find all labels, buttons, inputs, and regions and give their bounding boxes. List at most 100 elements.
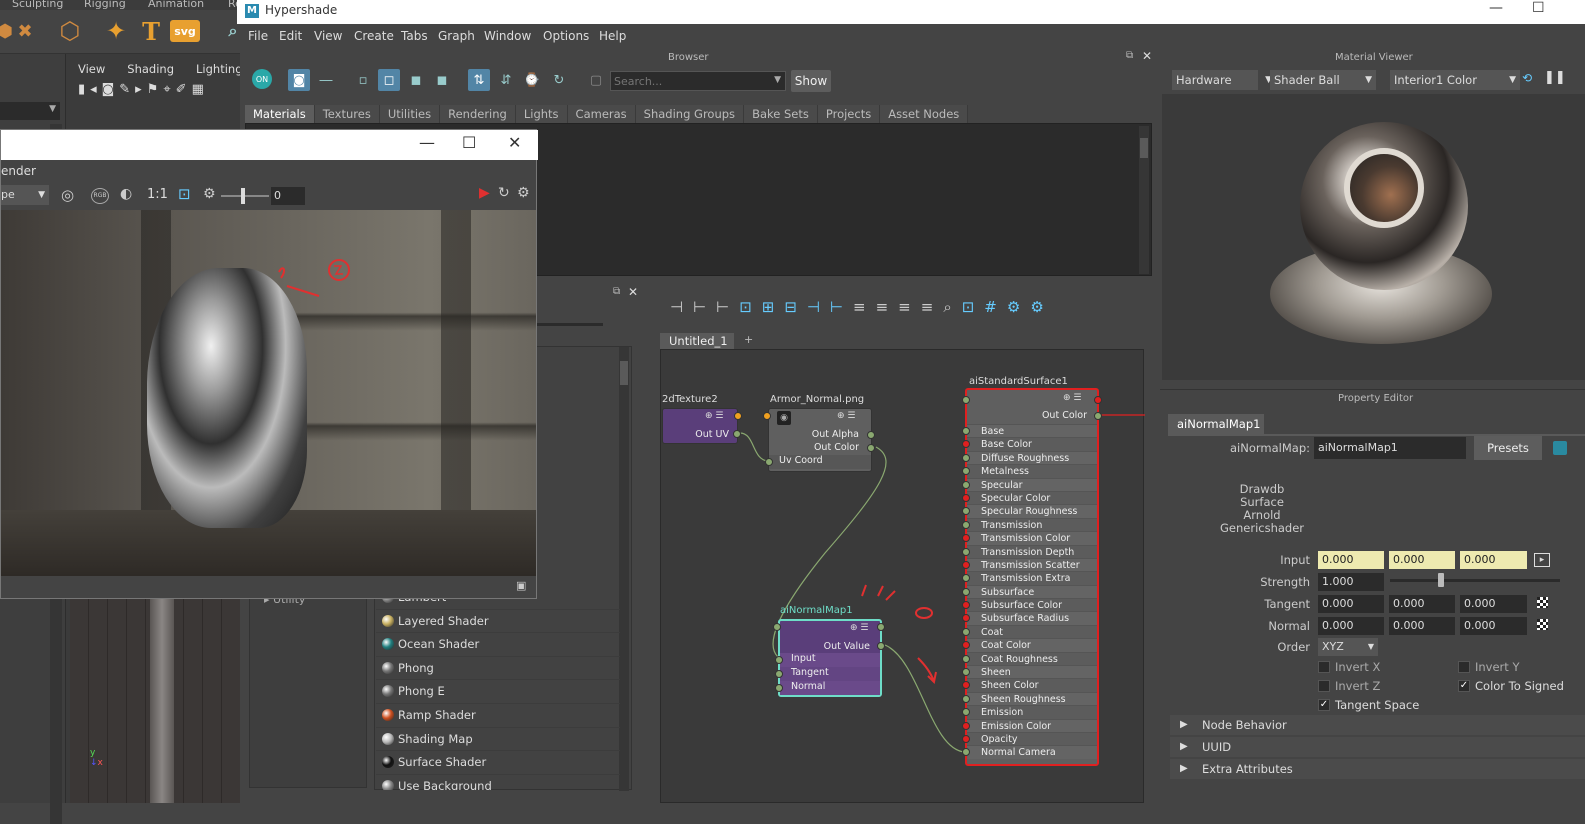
out-value-port[interactable] xyxy=(877,642,885,650)
normal-port[interactable] xyxy=(775,684,783,692)
extra-attributes-section[interactable]: ▶ Extra Attributes xyxy=(1170,759,1585,779)
node-place2dtexture[interactable]: ⊕ ☰ Out UV xyxy=(662,408,741,444)
strength-field[interactable]: 1.000 xyxy=(1318,573,1384,591)
surface-attribute-row[interactable]: Specular Color xyxy=(962,490,1097,505)
node-ainormalmap[interactable]: ⊕ ☰ Out Value Input Tangent Normal xyxy=(775,619,885,697)
env-dropdown[interactable]: Interior1 Color ▼ xyxy=(1390,70,1520,90)
surface-attribute-row[interactable]: Base Color xyxy=(962,437,1097,451)
frame-value-field[interactable]: 0 xyxy=(271,187,305,205)
uuid-section[interactable]: ▶ UUID xyxy=(1170,737,1585,757)
pause-icon[interactable]: ❚❚ xyxy=(1544,70,1566,85)
node-input-port[interactable] xyxy=(962,396,970,404)
attribute-port[interactable] xyxy=(962,681,970,690)
attribute-port[interactable] xyxy=(962,734,970,743)
camera-dropdown[interactable]: pe ▼ xyxy=(1,185,49,205)
attribute-port[interactable] xyxy=(962,748,970,757)
ratio-label[interactable]: 1:1 xyxy=(147,187,168,202)
surface-attribute-row[interactable]: Coat Color xyxy=(962,638,1097,652)
frame-slider[interactable] xyxy=(221,188,269,204)
invert-y-checkbox[interactable] xyxy=(1458,661,1470,673)
attribute-port[interactable] xyxy=(962,427,970,435)
node-icons[interactable]: ⊕ ☰ xyxy=(850,623,868,633)
attribute-port[interactable] xyxy=(962,480,970,489)
out-color-port[interactable] xyxy=(867,444,875,452)
attribute-port[interactable] xyxy=(962,708,970,717)
attribute-port[interactable] xyxy=(962,654,970,663)
input-port[interactable] xyxy=(775,656,783,664)
surface-attribute-row[interactable]: Sheen xyxy=(962,665,1097,679)
attribute-port[interactable] xyxy=(962,467,970,476)
surface-attribute-row[interactable]: Specular xyxy=(962,477,1097,491)
attribute-port[interactable] xyxy=(962,520,970,529)
color-to-signed-checkbox[interactable]: ✓ xyxy=(1458,680,1470,692)
surface-attribute-row[interactable]: Transmission Color xyxy=(962,531,1097,545)
attribute-port[interactable] xyxy=(962,627,970,636)
node-file[interactable]: ◉ ⊕ ☰ Out Alpha Out Color Uv Coord xyxy=(765,408,875,472)
normal-y-field[interactable]: 0.000 xyxy=(1389,617,1455,635)
input-x-field[interactable]: 0.000 xyxy=(1318,551,1384,569)
surface-attribute-row[interactable]: Coat Roughness xyxy=(962,651,1097,666)
attribute-port[interactable] xyxy=(962,560,970,569)
refresh-icon[interactable]: ↻ xyxy=(498,185,510,201)
connection-icon[interactable]: ▸ xyxy=(1534,553,1550,567)
normal-z-field[interactable]: 0.000 xyxy=(1460,617,1527,635)
frame-icon[interactable]: ⊡ xyxy=(178,185,191,203)
surface-attribute-row[interactable]: Emission xyxy=(962,705,1097,719)
surface-attribute-row[interactable]: Transmission Extra Roughness xyxy=(962,571,1097,598)
node-icons[interactable]: ⊕ ☰ xyxy=(705,411,723,421)
tab-ainormalmap1[interactable]: aiNormalMap1 xyxy=(1168,414,1264,434)
attribute-port[interactable] xyxy=(962,493,970,502)
map-button-icon[interactable] xyxy=(1537,619,1548,630)
attribute-port[interactable] xyxy=(962,601,970,610)
close-icon[interactable]: ✕ xyxy=(508,133,521,152)
surface-attribute-row[interactable]: Diffuse Roughness xyxy=(962,450,1097,465)
attribute-port[interactable] xyxy=(962,507,970,516)
node-name-field[interactable]: aiNormalMap1 xyxy=(1314,437,1466,459)
surface-attribute-row[interactable]: Subsurface xyxy=(962,584,1097,599)
invert-x-checkbox[interactable] xyxy=(1318,661,1330,673)
tangent-z-field[interactable]: 0.000 xyxy=(1460,595,1527,613)
uv-coord-port[interactable] xyxy=(765,458,773,466)
attribute-port[interactable] xyxy=(962,614,970,623)
surface-attribute-row[interactable]: Sheen Color xyxy=(962,678,1097,692)
node-output-port[interactable] xyxy=(877,623,885,631)
node-aistandardsurface[interactable]: ⊕ ☰ Out Color Base Base Color Diffuse Roug… xyxy=(962,388,1102,766)
attribute-port[interactable] xyxy=(962,668,970,677)
rgb-icon[interactable]: RGB xyxy=(91,188,109,204)
tangent-x-field[interactable]: 0.000 xyxy=(1318,595,1384,613)
surface-attribute-row[interactable]: Opacity xyxy=(962,731,1097,746)
minimize-icon[interactable]: — xyxy=(419,133,435,152)
tangent-port[interactable] xyxy=(775,670,783,678)
surface-attribute-row[interactable]: Transmission xyxy=(962,517,1097,532)
surface-attribute-row[interactable]: Emission Color xyxy=(962,718,1097,732)
surface-attribute-row[interactable]: Specular Roughness xyxy=(962,504,1097,518)
tangent-y-field[interactable]: 0.000 xyxy=(1389,595,1455,613)
exposure-icon[interactable]: ◐ xyxy=(120,186,132,202)
tangent-space-checkbox[interactable]: ✓ xyxy=(1318,699,1330,711)
node-icons[interactable]: ⊕ ☰ xyxy=(1063,393,1081,403)
out-alpha-port[interactable] xyxy=(867,431,875,439)
surface-attribute-row[interactable]: Subsurface Radius xyxy=(962,611,1097,625)
strength-slider-thumb[interactable] xyxy=(1438,573,1444,587)
attribute-editor-icon[interactable] xyxy=(1553,441,1567,455)
attribute-port[interactable] xyxy=(962,641,970,650)
render-view-menu[interactable]: ender xyxy=(1,164,36,178)
surface-attribute-row[interactable]: Metalness xyxy=(962,464,1097,478)
attribute-port[interactable] xyxy=(962,694,970,703)
render-play-icon[interactable]: ▶ xyxy=(479,185,490,201)
node-input-port[interactable] xyxy=(763,412,771,420)
attribute-port[interactable] xyxy=(962,721,970,730)
out-color-port[interactable] xyxy=(1094,412,1102,420)
node-icons[interactable]: ⊕ ☰ xyxy=(837,411,855,421)
surface-attribute-row[interactable]: Transmission Scatter xyxy=(962,557,1097,572)
input-z-field[interactable]: 0.000 xyxy=(1460,551,1527,569)
presets-button[interactable]: Presets xyxy=(1474,436,1542,460)
surface-attribute-row[interactable]: Sheen Roughness xyxy=(962,691,1097,706)
map-button-icon[interactable] xyxy=(1537,597,1548,608)
snapshot-icon[interactable]: ⚙ xyxy=(203,186,216,202)
invert-z-checkbox[interactable] xyxy=(1318,680,1330,692)
gear-icon[interactable]: ⚙ xyxy=(517,185,530,201)
attribute-port[interactable] xyxy=(962,534,970,543)
renderer-dropdown[interactable]: Hardware ▼ xyxy=(1172,70,1272,90)
out-uv-port[interactable] xyxy=(733,430,741,438)
